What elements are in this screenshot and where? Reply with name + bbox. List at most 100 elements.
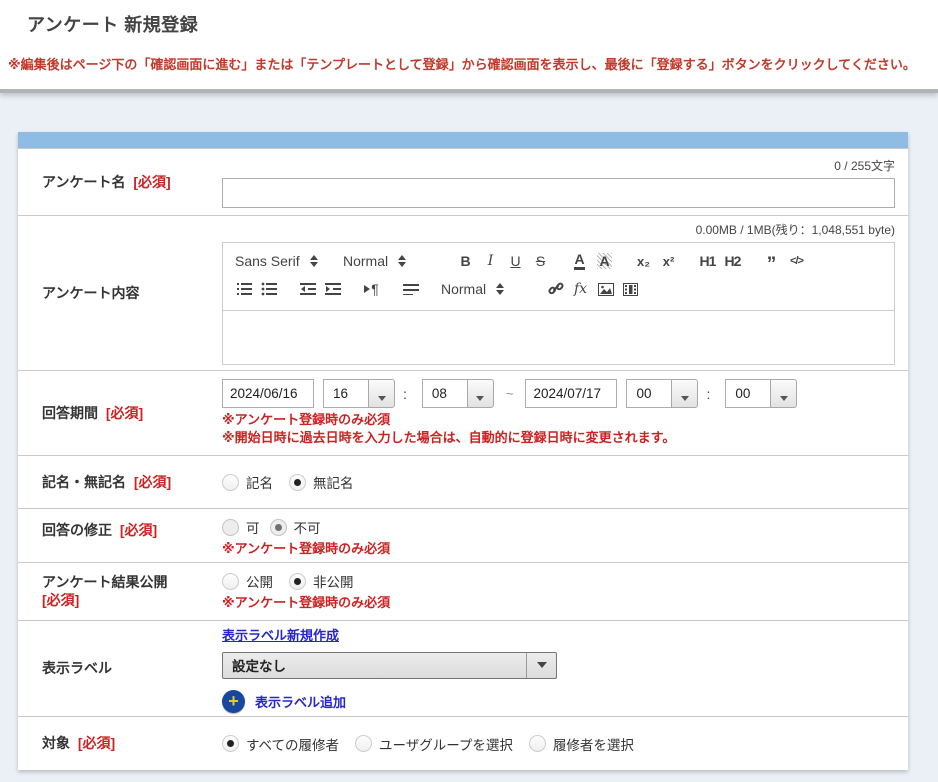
radio-option-user-group[interactable]: ユーザグループを選択 [355,734,513,754]
radio-icon[interactable] [222,573,239,590]
page-title: アンケート 新規登録 [27,11,928,37]
row-result-publish: アンケート結果公開 [必須] 公開 非公開 ※アンケート登録時のみ必須 [18,562,908,620]
rich-text-editor: Sans Serif Normal B I [222,242,895,365]
radio-option-named[interactable]: 記名 [222,472,273,492]
period-tilde: ~ [506,386,514,401]
underline-button[interactable]: U [503,250,528,272]
start-minute-input[interactable] [422,379,468,408]
background-color-button[interactable]: A [592,250,617,272]
end-hour-input[interactable] [626,379,672,408]
text-direction-icon[interactable]: ¶ [359,278,384,300]
display-label-label: 表示ラベル [42,660,112,676]
outdent-icon[interactable] [295,278,320,300]
radio-option-editable[interactable]: 可 [222,517,260,537]
radio-icon[interactable] [222,519,239,536]
survey-form-card: アンケート名 [必須] 0 / 255文字 アンケート内容 0.00MB / 1… [18,132,908,770]
radio-icon[interactable] [355,735,372,752]
survey-content-label: アンケート内容 [42,285,139,301]
add-display-label-link[interactable]: 表示ラベル追加 [255,692,346,711]
edit-note: ※アンケート登録時のみ必須 [222,540,895,558]
row-answer-period: 回答期間 [必須] : ~ [18,370,908,455]
editor-toolbar: Sans Serif Normal B I [222,242,895,311]
start-hour-input[interactable] [323,379,369,408]
radio-icon[interactable] [289,573,306,590]
time-colon: : [403,386,407,402]
end-hour-dropdown-button[interactable] [671,379,698,408]
radio-icon[interactable] [289,474,306,491]
row-survey-content: アンケート内容 0.00MB / 1MB(残り：1,048,551 byte) … [18,215,908,370]
row-display-label: 表示ラベル 表示ラベル新規作成 設定なし + 表示ラベル追加 [18,620,908,716]
link-icon[interactable] [543,278,568,300]
image-icon[interactable] [593,278,618,300]
period-note-2: ※開始日時に過去日時を入力した場合は、自動的に登録日時に変更されます。 [222,429,895,447]
subscript-button[interactable]: x₂ [631,250,656,272]
radio-option-not-editable[interactable]: 不可 [270,517,321,537]
page-instruction-note: ※編集後はページ下の「確認画面に進む」または「テンプレートとして登録」から確認画… [8,54,928,73]
blockquote-button[interactable]: ” [759,250,784,272]
heading-select[interactable]: Normal [339,253,439,269]
create-display-label-link[interactable]: 表示ラベル新規作成 [222,625,339,644]
publish-note: ※アンケート登録時のみ必須 [222,594,895,612]
code-block-button[interactable]: </> [784,250,809,272]
survey-name-label: アンケート名 [42,174,125,190]
italic-button[interactable]: I [478,250,503,272]
updown-arrows-icon [496,283,504,295]
font-select[interactable]: Sans Serif [231,253,339,269]
end-minute-input[interactable] [725,379,771,408]
result-publish-label: アンケート結果公開 [42,574,167,590]
start-date-input[interactable] [222,379,314,408]
radio-icon[interactable] [222,474,239,491]
select-dropdown-arrow-icon [526,653,556,678]
updown-arrows-icon [398,255,406,267]
main-area: アンケート名 [必須] 0 / 255文字 アンケート内容 0.00MB / 1… [0,93,938,770]
video-icon[interactable] [618,278,643,300]
row-answer-edit: 回答の修正 [必須] 可 不可 ※アンケート登録時のみ必須 [18,508,908,562]
named-label: 記名・無記名 [42,474,126,490]
radio-icon[interactable] [222,735,239,752]
start-minute-dropdown-button[interactable] [467,379,494,408]
strikethrough-button[interactable]: S [528,250,553,272]
text-color-button[interactable]: A [567,250,592,272]
updown-arrows-icon [310,255,318,267]
radio-option-public[interactable]: 公開 [222,571,273,591]
row-target: 対象 [必須] すべての履修者 ユーザグループを選択 履修者を選択 [18,716,908,770]
formula-icon[interactable]: fx [568,278,593,300]
bold-button[interactable]: B [453,250,478,272]
radio-icon[interactable] [270,519,287,536]
required-badge: [必須] [78,735,115,751]
name-char-counter: 0 / 255文字 [222,157,895,174]
bullet-list-icon[interactable] [256,278,281,300]
time-colon: : [706,386,710,402]
required-badge: [必須] [134,474,171,490]
ordered-list-icon[interactable] [231,278,256,300]
content-size-counter: 0.00MB / 1MB(残り：1,048,551 byte) [222,221,895,238]
radio-option-private[interactable]: 非公開 [289,571,354,591]
display-label-select[interactable]: 設定なし [222,652,557,679]
editor-content-area[interactable] [222,311,895,365]
row-survey-name: アンケート名 [必須] 0 / 255文字 [18,148,908,215]
radio-option-select-students[interactable]: 履修者を選択 [529,734,634,754]
required-badge: [必須] [133,174,170,190]
header1-button[interactable]: H1 [695,250,720,272]
header2-button[interactable]: H2 [720,250,745,272]
start-hour-dropdown-button[interactable] [368,379,395,408]
end-minute-dropdown-button[interactable] [770,379,797,408]
radio-option-all-students[interactable]: すべての履修者 [222,734,339,754]
indent-icon[interactable] [320,278,345,300]
radio-icon[interactable] [529,735,546,752]
radio-option-anonymous[interactable]: 無記名 [289,472,354,492]
card-top-accent-bar [18,132,908,148]
target-label: 対象 [42,735,70,751]
align-icon[interactable] [398,278,423,300]
add-display-label-plus-icon[interactable]: + [222,690,245,713]
answer-period-label: 回答期間 [42,405,98,421]
superscript-button[interactable]: x² [656,250,681,272]
size-select[interactable]: Normal [437,281,529,297]
survey-name-input[interactable] [222,178,895,208]
period-note-1: ※アンケート登録時のみ必須 [222,411,895,429]
required-badge: [必須] [120,522,157,538]
end-date-input[interactable] [525,379,617,408]
page-header: アンケート 新規登録 ※編集後はページ下の「確認画面に進む」または「テンプレート… [0,0,938,93]
required-badge: [必須] [42,592,79,608]
answer-edit-label: 回答の修正 [42,522,112,538]
